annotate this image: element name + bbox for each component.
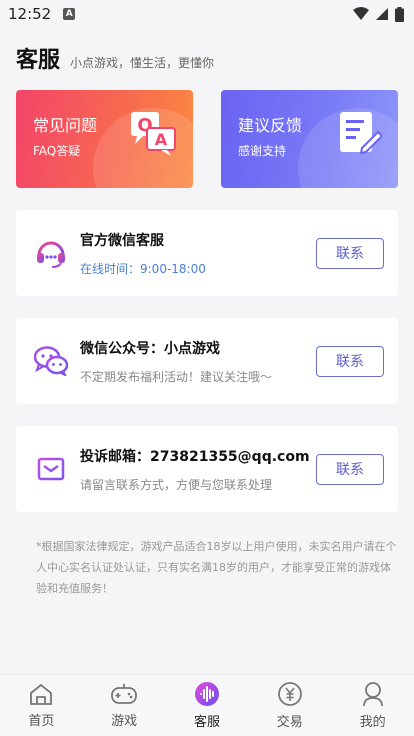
nav-item-service[interactable]: 客服 [177,681,237,730]
page-subtitle: 小点游戏，懂生活，更懂你 [70,56,215,70]
nav-item-mine[interactable]: 我的 [343,681,403,730]
contact-desc: 在线时间：9:00-18:00 [80,261,206,276]
nav-label: 游戏 [111,714,138,729]
quick-cards: 常见问题 FAQ答疑 Q A 建议反馈 感谢支持 [0,90,414,188]
contact-desc: 请留言联系方式，方便与您联系处理 [80,477,273,492]
contact-button[interactable]: 联系 [316,453,384,485]
battery-icon [395,6,404,22]
bottom-nav: 首页 游戏 客服 交易 我的 [0,674,414,736]
nav-item-home[interactable]: 首页 [11,682,71,729]
nav-label: 我的 [359,715,386,730]
wifi-icon [353,7,369,20]
nav-label: 客服 [193,715,220,730]
gamepad-icon [111,684,138,704]
yen-icon [277,682,302,706]
faq-card[interactable]: 常见问题 FAQ答疑 Q A [16,90,193,188]
user-icon [362,682,383,707]
document-edit-icon [340,112,382,155]
contact-title: 微信公众号：小点游戏 [80,340,220,357]
contact-button[interactable]: 联系 [316,237,384,269]
feedback-card[interactable]: 建议反馈 感谢支持 [221,90,398,188]
email-card: 投诉邮箱：273821355@qq.com 请留言联系方式，方便与您联系处理 联… [16,426,398,512]
legal-notice: *根据国家法律规定，游戏产品适合18岁以上用户使用，未实名用户请在个人中心实名认… [36,540,397,595]
wechat-icon [34,344,68,378]
contact-list: 官方微信客服 在线时间：9:00-18:00 联系 微信公众号：小点游戏 不定期… [0,210,414,512]
contact-title: 官方微信客服 [80,232,164,249]
signal-icon [376,8,388,20]
mail-icon [34,452,68,486]
status-time: 12:52 [8,5,52,23]
contact-title: 投诉邮箱：273821355@qq.com [80,448,310,465]
page-header: 客服 小点游戏，懂生活，更懂你 [0,28,414,90]
qa-icon: Q A [131,112,176,156]
contact-desc: 不定期发布福利活动！建议关注哦～ [80,369,273,384]
nav-label: 交易 [276,715,303,730]
contact-button[interactable]: 联系 [316,345,384,377]
page-title: 客服 [16,48,61,73]
wechat-official-card: 微信公众号：小点游戏 不定期发布福利活动！建议关注哦～ 联系 [16,318,398,404]
headset-icon [34,236,68,270]
notification-icon: A [63,8,76,20]
nav-label: 首页 [28,714,55,729]
nav-item-games[interactable]: 游戏 [94,682,154,729]
wechat-service-card: 官方微信客服 在线时间：9:00-18:00 联系 [16,210,398,296]
home-icon [30,683,53,705]
svg-text:A: A [155,130,168,149]
status-bar: 12:52 A [0,0,414,28]
service-icon [194,682,219,706]
nav-item-trade[interactable]: 交易 [260,681,320,730]
